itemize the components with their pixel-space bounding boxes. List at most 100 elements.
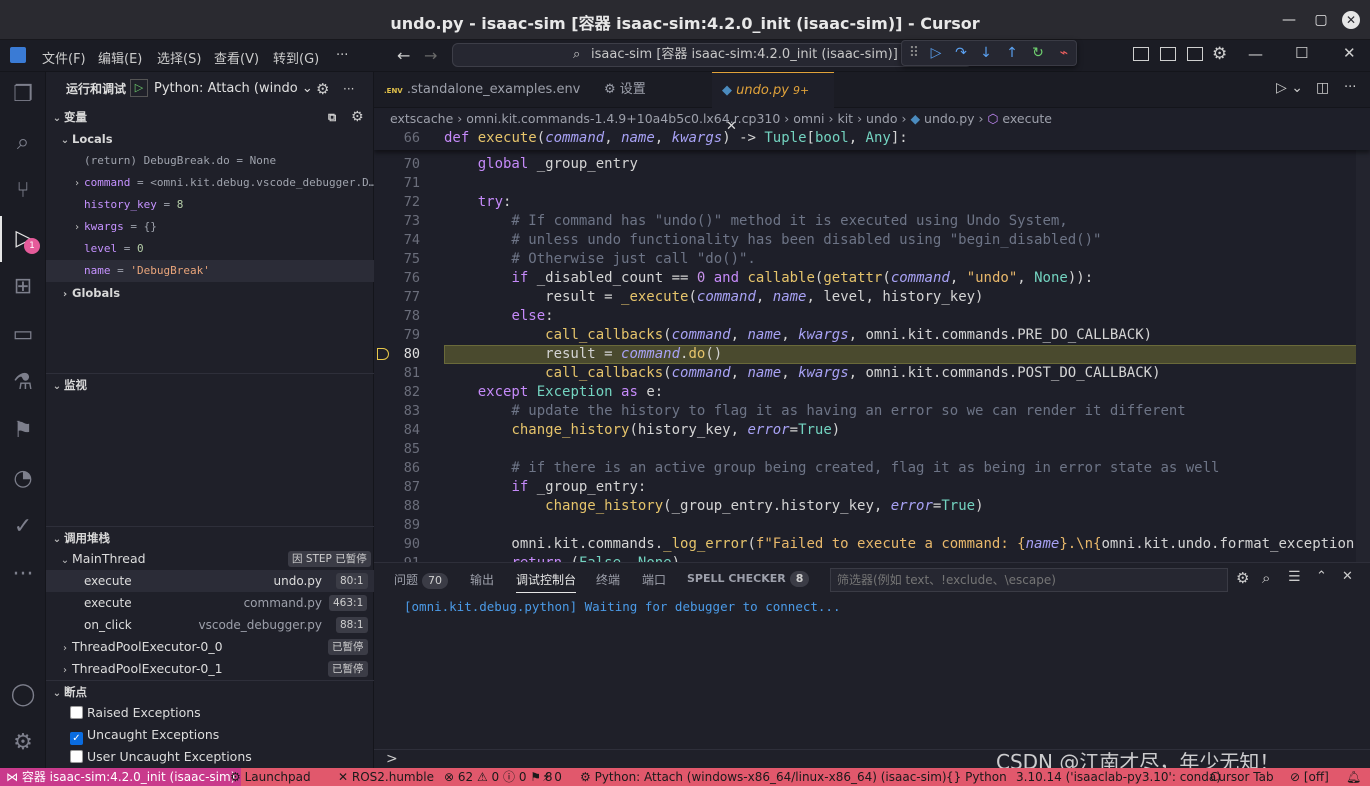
breadcrumb-item[interactable]: undo: [866, 111, 897, 126]
bookmark-icon[interactable]: ⚑: [0, 408, 46, 454]
tab-problems[interactable]: 问题 70: [394, 571, 449, 589]
tab-spell-checker[interactable]: SPELL CHECKER 8: [687, 571, 810, 587]
debug-session-item[interactable]: ⚙ Python: Attach (windows-x86_64/linux-x…: [580, 768, 947, 786]
breakpoint-raised[interactable]: Raised Exceptions: [46, 702, 374, 724]
language-item[interactable]: {} Python: [946, 768, 1007, 786]
notifications-bell-icon[interactable]: 🔔︎: [1346, 768, 1361, 786]
breadcrumb-item[interactable]: omni: [793, 111, 824, 126]
close-icon[interactable]: ✕: [1342, 11, 1360, 29]
breakpoint-uncaught[interactable]: ✓ Uncaught Exceptions: [46, 724, 374, 746]
menu-selection[interactable]: 选择(S): [157, 48, 201, 67]
window-minimize-icon[interactable]: —: [1248, 45, 1263, 63]
window-maximize-icon[interactable]: ☐: [1295, 44, 1308, 62]
toggle-secondary-sidebar-icon[interactable]: [1187, 47, 1203, 61]
run-file-icon[interactable]: ▷ ⌄: [1276, 80, 1303, 96]
interpreter-item[interactable]: 3.10.14 ('isaaclab-py3.10': conda): [1016, 768, 1221, 786]
problems-item[interactable]: ⊗ 62 ⚠ 0 ⓘ 0 ⚑ 8: [444, 768, 553, 786]
testing-icon[interactable]: ⚗: [0, 360, 46, 406]
breadcrumb-item[interactable]: execute: [1002, 111, 1052, 126]
drag-handle-icon[interactable]: ⠿: [904, 43, 924, 63]
console-filter-input[interactable]: [830, 568, 1228, 592]
more-icon[interactable]: ···: [0, 552, 46, 598]
checkbox[interactable]: [70, 750, 83, 763]
tab-debug-console[interactable]: 调试控制台: [516, 571, 577, 593]
menu-go[interactable]: 转到(G): [273, 48, 319, 67]
cursor-tab-item[interactable]: Cursor Tab: [1210, 768, 1274, 786]
explorer-icon[interactable]: ❐: [0, 72, 46, 118]
menu-file[interactable]: 文件(F): [42, 48, 86, 67]
forward-arrow-icon[interactable]: →: [424, 46, 437, 65]
manage-gear-icon[interactable]: ⚙: [0, 720, 46, 766]
collapse-all-icon[interactable]: ⧉: [328, 106, 336, 128]
remote-explorer-icon[interactable]: ▭: [0, 312, 46, 358]
settings-gear-icon[interactable]: ⚙: [1212, 44, 1227, 64]
thread-row[interactable]: › ThreadPoolExecutor-0_0 已暂停: [46, 636, 374, 658]
ros-item[interactable]: ✕ ROS2.humble: [338, 768, 434, 786]
filter-gear-icon[interactable]: ⚙: [1236, 569, 1249, 587]
check-icon[interactable]: ✓: [0, 504, 46, 550]
locals-scope[interactable]: ⌄ Locals: [46, 128, 374, 150]
variable-row[interactable]: › command = <omni.kit.debug.vscode_debugg…: [46, 172, 375, 194]
window-close-icon[interactable]: ✕: [1343, 44, 1356, 62]
launchpad-item[interactable]: ⚙ Launchpad: [230, 768, 311, 786]
callstack-section-header[interactable]: ⌄ 调用堆栈: [46, 526, 374, 548]
config-gear-icon[interactable]: ⚙: [316, 78, 329, 100]
tab-env[interactable]: .ENV .standalone_examples.env: [374, 72, 590, 108]
command-center[interactable]: ⌕ isaac-sim [容器 isaac-sim:4.2.0_init (is…: [452, 43, 972, 67]
ports-item[interactable]: ⚡ 0: [542, 768, 562, 786]
variable-row[interactable]: history_key = 8: [46, 194, 374, 216]
restart-icon[interactable]: ↻: [1028, 43, 1048, 63]
account-icon[interactable]: ◯: [0, 672, 46, 718]
menu-edit[interactable]: 编辑(E): [98, 48, 142, 67]
stack-frame[interactable]: on_click vscode_debugger.py 88:1: [46, 614, 374, 636]
copilot-off-item[interactable]: ⊘ [off]: [1290, 768, 1329, 786]
breakpoints-section-header[interactable]: ⌄ 断点: [46, 680, 374, 702]
variables-gear-icon[interactable]: ⚙: [351, 106, 364, 128]
thread-row[interactable]: › ThreadPoolExecutor-0_1 已暂停: [46, 658, 374, 680]
menu-view[interactable]: 查看(V): [214, 48, 259, 67]
find-icon[interactable]: ⌕: [1262, 569, 1270, 587]
search-icon[interactable]: ⌕: [0, 120, 46, 166]
step-over-icon[interactable]: ↷: [951, 43, 971, 63]
split-editor-icon[interactable]: ◫: [1316, 80, 1329, 96]
toggle-sidebar-icon[interactable]: [1133, 47, 1149, 61]
toggle-panel-icon[interactable]: [1160, 47, 1176, 61]
stack-frame[interactable]: execute command.py 463:1: [46, 592, 374, 614]
remote-indicator[interactable]: ⋈ 容器 isaac-sim:4.2.0_init (isaac-sim): [0, 768, 242, 786]
breadcrumb-item[interactable]: undo.py: [924, 111, 975, 126]
extensions-icon[interactable]: ⊞: [0, 264, 46, 310]
thread-main[interactable]: ⌄ MainThread 因 STEP 已暂停: [46, 548, 374, 570]
step-out-icon[interactable]: ↑: [1002, 43, 1022, 63]
tab-terminal[interactable]: 终端: [596, 571, 620, 588]
breakpoint-user-uncaught[interactable]: User Uncaught Exceptions: [46, 746, 374, 768]
checkbox[interactable]: [70, 706, 83, 719]
maximize-panel-icon[interactable]: ⌃: [1316, 569, 1327, 584]
start-debugging-icon[interactable]: ▷: [130, 79, 148, 97]
editor-scrollbar[interactable]: [1356, 130, 1370, 562]
tab-undo-py[interactable]: ◆ undo.py 9+ ✕: [712, 72, 834, 134]
breadcrumb-item[interactable]: extscache: [390, 111, 453, 126]
more-actions-icon[interactable]: ···: [1344, 80, 1356, 95]
close-panel-icon[interactable]: ✕: [1342, 569, 1353, 584]
source-control-icon[interactable]: ⑂: [0, 168, 46, 214]
back-arrow-icon[interactable]: ←: [397, 46, 410, 65]
variable-row[interactable]: level = 0: [46, 238, 374, 260]
variable-row[interactable]: name = 'DebugBreak': [46, 260, 374, 282]
disconnect-icon[interactable]: ⌁: [1054, 43, 1074, 63]
stack-frame[interactable]: execute undo.py 80:1: [46, 570, 374, 592]
continue-icon[interactable]: ▷: [926, 43, 946, 63]
debug-config-select[interactable]: Python: Attach (windo ⌄: [154, 78, 313, 100]
clear-console-icon[interactable]: ☰: [1288, 569, 1301, 585]
code-editor[interactable]: 66 def execute(command, name, kwargs) ->…: [374, 130, 1370, 562]
watch-section-header[interactable]: ⌄ 监视: [46, 373, 374, 395]
tab-settings[interactable]: ⚙ 设置: [594, 72, 656, 108]
minimize-icon[interactable]: —: [1280, 11, 1298, 29]
breadcrumb-item[interactable]: omni.kit.commands-1.4.9+10a4b5c0.lx64.r.…: [466, 111, 780, 126]
maximize-icon[interactable]: ▢: [1312, 11, 1330, 29]
breadcrumb-item[interactable]: kit: [837, 111, 853, 126]
variable-row[interactable]: › kwargs = {}: [46, 216, 374, 238]
run-debug-icon[interactable]: ▷ 1: [0, 216, 46, 262]
variables-section-header[interactable]: ⌄ 变量 ⧉ ⚙: [46, 106, 374, 128]
sticky-scroll[interactable]: 66 def execute(command, name, kwargs) ->…: [374, 130, 1370, 150]
variable-row[interactable]: (return) DebugBreak.do = None: [46, 150, 374, 172]
